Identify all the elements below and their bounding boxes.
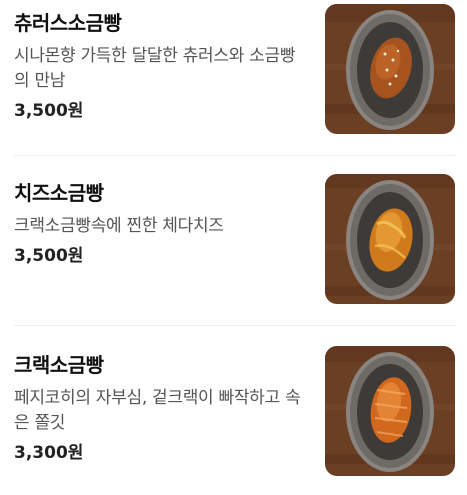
- menu-item-text: 크랙소금빵 페지코히의 자부심, 겉크랙이 빠작하고 속은 쫄깃 3,300원: [14, 345, 304, 465]
- menu-item-name: 크랙소금빵: [14, 353, 104, 377]
- crack-salt-bread-photo: [325, 346, 455, 476]
- cheese-salt-bread-photo: [325, 174, 455, 304]
- menu-item-cheese-salt-bread[interactable]: 치즈소금빵 크랙소금빵속에 찐한 체다치즈 3,500원: [0, 173, 467, 305]
- divider: [14, 325, 455, 326]
- menu-item-price: 3,500원: [14, 246, 84, 266]
- menu-item-price: 3,500원: [14, 101, 84, 121]
- menu-item-description: 시나몬향 가득한 달달한 츄러스와 소금빵의 만남: [14, 46, 296, 91]
- menu-item-photo[interactable]: [325, 346, 455, 476]
- churros-salt-bread-photo: [325, 4, 455, 134]
- menu-item-text: 치즈소금빵 크랙소금빵속에 찐한 체다치즈 3,500원: [14, 173, 304, 268]
- menu-item-price: 3,300원: [14, 443, 84, 463]
- menu-item-text: 츄러스소금빵 시나몬향 가득한 달달한 츄러스와 소금빵의 만남 3,500원: [14, 3, 304, 123]
- menu-item-description: 크랙소금빵속에 찐한 체다치즈: [14, 216, 224, 236]
- divider: [14, 155, 455, 156]
- menu-item-crack-salt-bread[interactable]: 크랙소금빵 페지코히의 자부심, 겉크랙이 빠작하고 속은 쫄깃 3,300원: [0, 345, 467, 477]
- menu-item-name: 츄러스소금빵: [14, 11, 122, 35]
- menu-item-photo[interactable]: [325, 4, 455, 134]
- menu-item-name: 치즈소금빵: [14, 181, 104, 205]
- menu-item-churros-salt-bread[interactable]: 츄러스소금빵 시나몬향 가득한 달달한 츄러스와 소금빵의 만남 3,500원: [0, 3, 467, 135]
- menu-item-photo[interactable]: [325, 174, 455, 304]
- menu-item-description: 페지코히의 자부심, 겉크랙이 빠작하고 속은 쫄깃: [14, 388, 301, 433]
